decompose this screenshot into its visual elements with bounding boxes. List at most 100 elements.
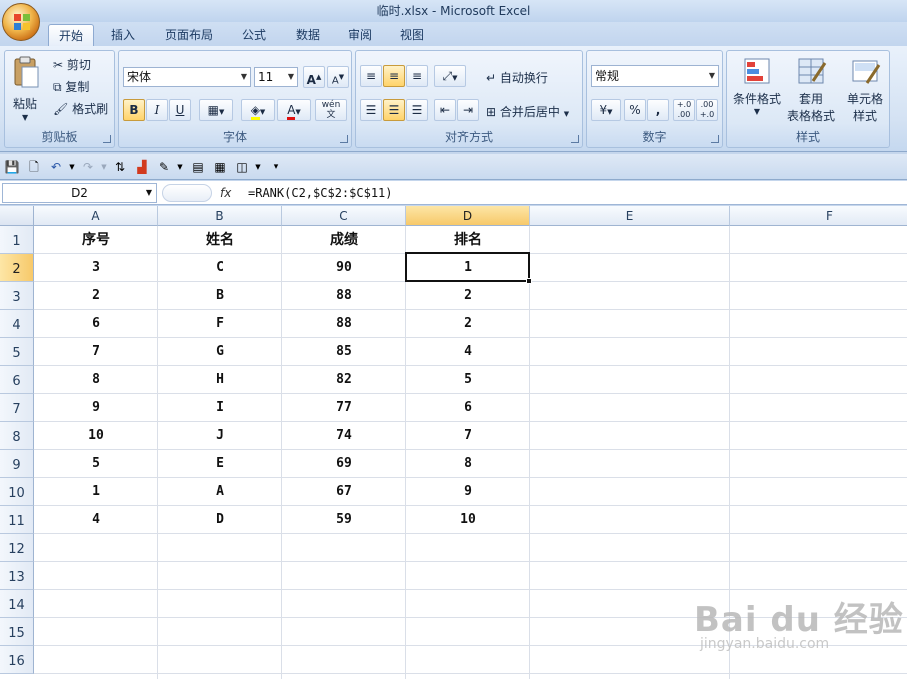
data-cell[interactable]: 1 — [34, 478, 158, 506]
increase-decimal-button[interactable]: +.0 .00 — [673, 99, 695, 121]
data-cell[interactable]: B — [158, 282, 282, 310]
data-cell[interactable]: 88 — [282, 282, 406, 310]
font-color-button[interactable]: A▼ — [277, 99, 311, 121]
customize-toolbar-icon[interactable]: ▾ — [268, 159, 284, 175]
data-cell[interactable]: A — [158, 478, 282, 506]
save-icon[interactable]: 💾 — [4, 159, 20, 175]
wrap-text-button[interactable]: ↵ 自动换行 — [486, 69, 548, 86]
undo-icon[interactable]: ↶ — [48, 159, 64, 175]
column-header-c[interactable]: C — [282, 206, 406, 226]
row-header-7[interactable]: 7 — [0, 394, 34, 422]
data-cell[interactable]: C — [158, 254, 282, 282]
borders-button[interactable]: ▦▼ — [199, 99, 233, 121]
data-cell[interactable]: 3 — [34, 254, 158, 282]
tab-data[interactable]: 数据 — [286, 24, 330, 46]
paste-button[interactable]: 粘贴 ▼ — [11, 55, 41, 122]
formula-splitter[interactable] — [162, 184, 212, 202]
camera-icon[interactable]: ◫ — [234, 159, 250, 175]
header-cell[interactable]: 姓名 — [158, 226, 282, 254]
data-cell[interactable]: 59 — [282, 506, 406, 534]
data-cell[interactable]: 82 — [282, 366, 406, 394]
data-cell[interactable]: 4 — [34, 506, 158, 534]
office-button[interactable] — [2, 3, 40, 41]
data-cell[interactable]: J — [158, 422, 282, 450]
form-icon[interactable]: ▤ — [190, 159, 206, 175]
row-header-14[interactable]: 14 — [0, 590, 34, 618]
format-as-table-button[interactable]: 套用 表格格式 — [785, 55, 837, 124]
data-cell[interactable]: 8 — [406, 450, 530, 478]
data-cell[interactable]: 6 — [406, 394, 530, 422]
row-header-5[interactable]: 5 — [0, 338, 34, 366]
fill-handle[interactable] — [526, 278, 532, 284]
sort-icon[interactable]: ⇅ — [112, 159, 128, 175]
header-cell[interactable]: 成绩 — [282, 226, 406, 254]
active-cell-selection[interactable] — [405, 252, 530, 282]
data-cell[interactable]: 9 — [34, 394, 158, 422]
data-cell[interactable]: F — [158, 310, 282, 338]
insert-function-button[interactable]: fx — [220, 186, 231, 200]
conditional-formatting-button[interactable]: 条件格式 ▼ — [731, 55, 783, 116]
percent-button[interactable]: % — [624, 99, 646, 121]
column-header-e[interactable]: E — [530, 206, 730, 226]
data-cell[interactable]: 10 — [406, 506, 530, 534]
format-painter-button[interactable]: 🖌 格式刷 — [53, 100, 108, 117]
data-cell[interactable]: 77 — [282, 394, 406, 422]
row-header-3[interactable]: 3 — [0, 282, 34, 310]
copy-button[interactable]: ⧉ 复制 — [53, 78, 89, 95]
data-cell[interactable]: I — [158, 394, 282, 422]
alignment-launcher-icon[interactable] — [571, 135, 579, 143]
column-header-f[interactable]: F — [730, 206, 907, 226]
data-cell[interactable]: 10 — [34, 422, 158, 450]
cut-button[interactable]: ✂ 剪切 — [53, 56, 91, 73]
data-cell[interactable]: 69 — [282, 450, 406, 478]
data-cell[interactable]: 88 — [282, 310, 406, 338]
align-center-button[interactable]: ☰ — [383, 99, 405, 121]
tab-review[interactable]: 审阅 — [338, 24, 382, 46]
row-header-4[interactable]: 4 — [0, 310, 34, 338]
align-middle-button[interactable]: ≡ — [383, 65, 405, 87]
italic-button[interactable]: I — [146, 99, 168, 121]
align-top-button[interactable]: ≡ — [360, 65, 382, 87]
data-cell[interactable]: 9 — [406, 478, 530, 506]
row-header-16[interactable]: 16 — [0, 646, 34, 674]
grid-icon[interactable]: ▦ — [212, 159, 228, 175]
bold-button[interactable]: B — [123, 99, 145, 121]
tab-home[interactable]: 开始 — [48, 24, 94, 46]
formula-input[interactable]: =RANK(C2,$C$2:$C$11) — [248, 183, 393, 203]
decrease-decimal-button[interactable]: .00 +.0 — [696, 99, 718, 121]
data-cell[interactable]: 4 — [406, 338, 530, 366]
data-cell[interactable]: 67 — [282, 478, 406, 506]
font-size-select[interactable]: 11 ▼ — [254, 67, 298, 87]
fill-color-button[interactable]: ◈▼ — [241, 99, 275, 121]
accounting-format-button[interactable]: ¥▼ — [591, 99, 621, 121]
select-all-button[interactable] — [0, 206, 34, 226]
data-cell[interactable]: 2 — [406, 282, 530, 310]
data-cell[interactable]: 7 — [34, 338, 158, 366]
redo-icon[interactable]: ↷ — [80, 159, 96, 175]
column-header-d[interactable]: D — [406, 206, 530, 226]
data-cell[interactable]: H — [158, 366, 282, 394]
row-header-10[interactable]: 10 — [0, 478, 34, 506]
tab-formulas[interactable]: 公式 — [232, 24, 276, 46]
underline-button[interactable]: U — [169, 99, 191, 121]
row-header-9[interactable]: 9 — [0, 450, 34, 478]
font-name-select[interactable]: 宋体 ▼ — [123, 67, 251, 87]
row-header-12[interactable]: 12 — [0, 534, 34, 562]
data-cell[interactable]: D — [158, 506, 282, 534]
data-cell[interactable]: 8 — [34, 366, 158, 394]
data-cell[interactable]: 74 — [282, 422, 406, 450]
row-header-2[interactable]: 2 — [0, 254, 34, 282]
row-header-13[interactable]: 13 — [0, 562, 34, 590]
number-launcher-icon[interactable] — [711, 135, 719, 143]
increase-indent-button[interactable]: ⇥ — [457, 99, 479, 121]
row-header-1[interactable]: 1 — [0, 226, 34, 254]
draw-icon[interactable]: ✎ — [156, 159, 172, 175]
orientation-button[interactable]: ⤢▼ — [434, 65, 466, 87]
chart-icon[interactable]: ▟ — [134, 159, 150, 175]
row-header-8[interactable]: 8 — [0, 422, 34, 450]
draw-dropdown-icon[interactable]: ▼ — [172, 159, 188, 175]
data-cell[interactable]: 6 — [34, 310, 158, 338]
data-cell[interactable]: 2 — [34, 282, 158, 310]
column-header-a[interactable]: A — [34, 206, 158, 226]
row-header-11[interactable]: 11 — [0, 506, 34, 534]
